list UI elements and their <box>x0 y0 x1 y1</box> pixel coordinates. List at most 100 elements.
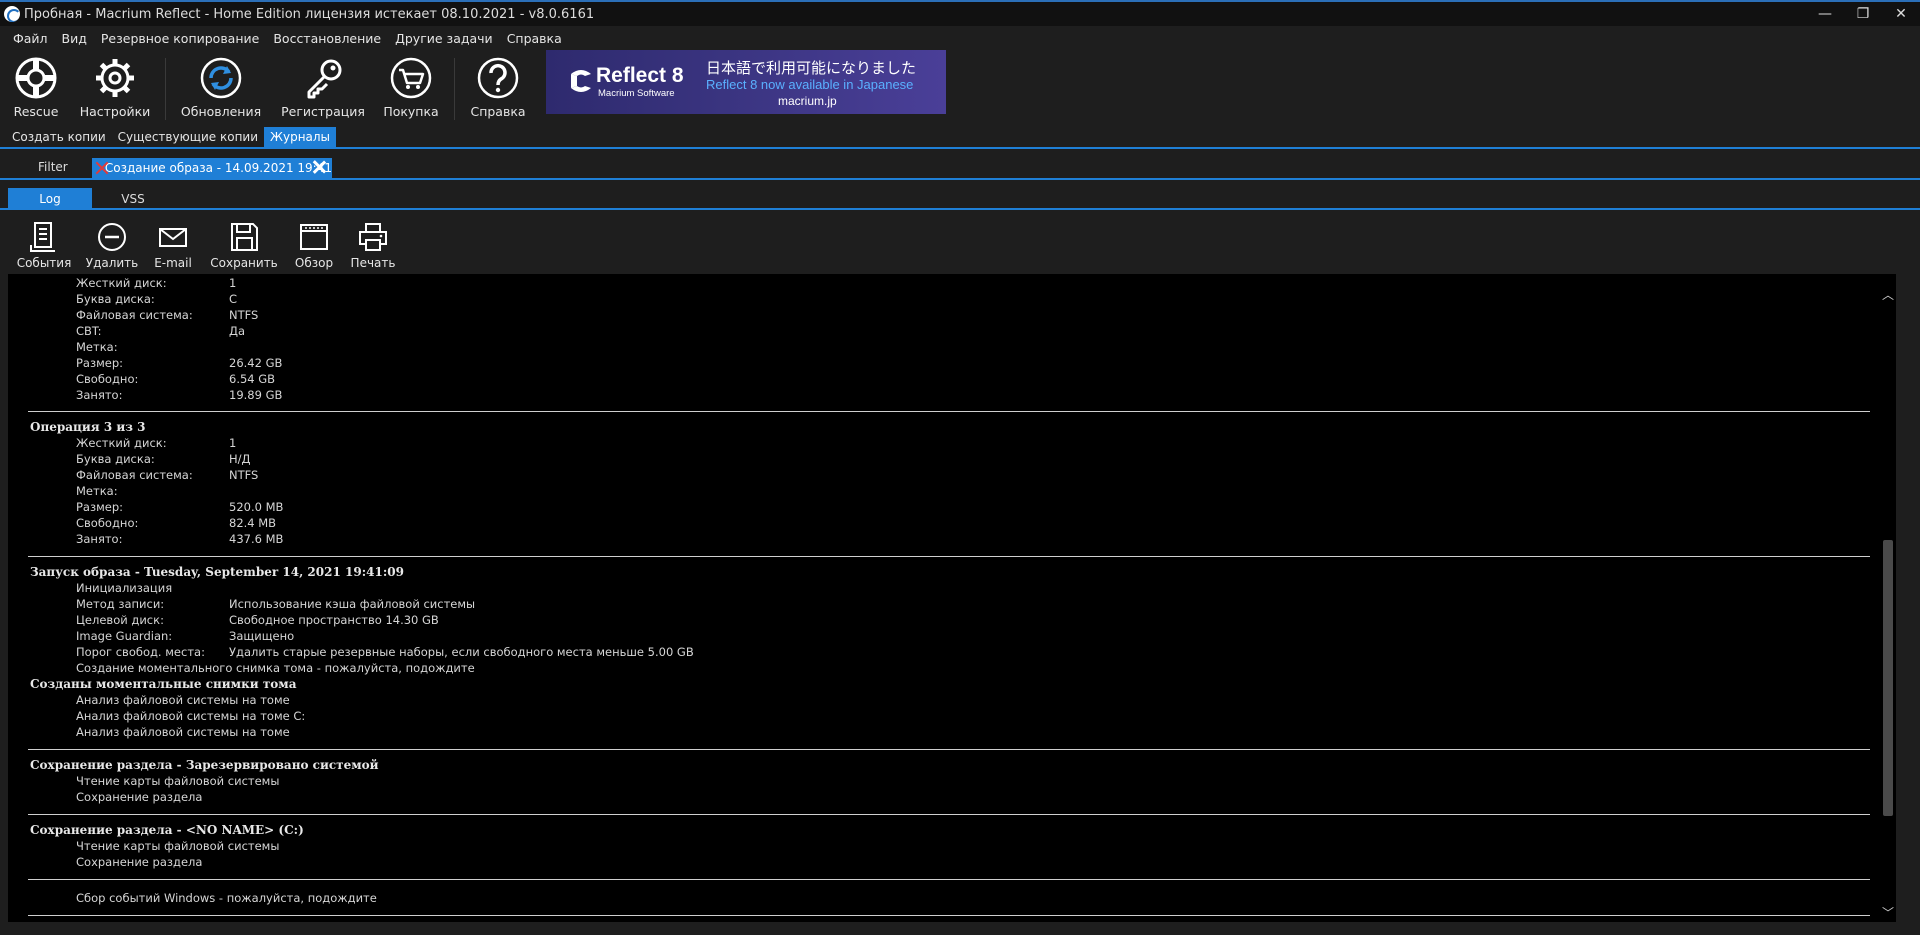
help-button[interactable]: Справка <box>470 54 526 124</box>
log-value: 82.4 MB <box>229 516 277 530</box>
window-icon <box>297 220 331 254</box>
log-label: Метод записи: <box>76 597 165 611</box>
window-bottom-edge <box>0 922 1920 935</box>
scroll-up-arrow-icon[interactable]: ︿ <box>1880 286 1896 302</box>
log-label: Image Guardian: <box>76 629 173 643</box>
log-value: Защищено <box>229 629 295 643</box>
log-label: Жесткий диск: <box>76 436 167 450</box>
banner-jp-title: 日本語で利用可能になりました <box>706 59 917 77</box>
scrollbar-thumb[interactable] <box>1883 540 1893 816</box>
purchase-label: Покупка <box>383 104 439 119</box>
log-value: Да <box>229 324 246 338</box>
log-line: Инициализация <box>76 581 173 595</box>
error-x-icon <box>94 160 101 176</box>
key-icon <box>299 54 347 102</box>
window-title: Пробная - Macrium Reflect - Home Edition… <box>24 6 595 22</box>
tab-image-log[interactable]: Создание образа - 14.09.2021 19:41 <box>92 158 332 178</box>
log-section-header: Операция 3 из 3 <box>30 420 146 434</box>
registration-button[interactable]: Регистрация <box>281 54 365 124</box>
tab-image-log-label: Создание образа - 14.09.2021 19:41 <box>104 161 332 175</box>
log-line: Создание моментального снимка тома - пож… <box>76 661 475 675</box>
log-label: Жесткий диск: <box>76 276 167 290</box>
log-label: Занято: <box>76 532 123 546</box>
log-value: 520.0 MB <box>229 500 284 514</box>
browse-button[interactable]: Обзор <box>294 220 334 270</box>
window-controls: — ❐ ✕ <box>1806 2 1920 26</box>
shopping-cart-icon <box>387 54 435 102</box>
log-separator <box>28 814 1870 815</box>
log-value: 6.54 GB <box>229 372 276 386</box>
log-scrollbar[interactable]: ︿ ﹀ <box>1880 274 1896 922</box>
menu-other-tasks[interactable]: Другие задачи <box>388 31 500 46</box>
delete-button[interactable]: Удалить <box>86 220 138 270</box>
email-button[interactable]: E-mail <box>152 220 194 270</box>
log-line: Чтение карты файловой системы <box>76 839 280 853</box>
log-separator <box>28 556 1870 557</box>
reflect8-japanese-banner[interactable]: Reflect 8 Macrium Software 日本語で利用可能になりまし… <box>546 50 946 114</box>
tab-vss[interactable]: VSS <box>110 188 156 210</box>
log-value: 1 <box>229 276 237 290</box>
log-label: Свободно: <box>76 516 139 530</box>
log-label: Занято: <box>76 388 123 402</box>
macrium-logo-icon <box>571 70 591 92</box>
log-line: Сохранение раздела <box>76 855 203 869</box>
log-section-header: Сохранение раздела - Зарезервировано сис… <box>30 758 379 772</box>
menu-view[interactable]: Вид <box>55 31 94 46</box>
minimize-button[interactable]: — <box>1806 2 1844 26</box>
log-section-header: Запуск образа - Tuesday, September 14, 2… <box>30 565 404 579</box>
question-mark-icon <box>474 54 522 102</box>
rescue-button[interactable]: Rescue <box>10 54 62 124</box>
log-label: CBT: <box>76 324 102 338</box>
save-button[interactable]: Сохранить <box>210 220 278 270</box>
help-label: Справка <box>470 104 526 119</box>
log-label: Порог свобод. места: <box>76 645 205 659</box>
main-tabs: Создать копии Существующие копии Журналы <box>0 127 1920 149</box>
document-tabs: Filter Создание образа - 14.09.2021 19:4… <box>0 156 1920 180</box>
close-window-button[interactable]: ✕ <box>1882 2 1920 26</box>
menu-file[interactable]: Файл <box>6 31 55 46</box>
log-viewer[interactable]: Жесткий диск: 1 Буква диска: C Файловая … <box>8 274 1896 922</box>
print-button[interactable]: Печать <box>351 220 395 270</box>
tab-create-backups[interactable]: Создать копии <box>6 127 112 147</box>
log-line: Чтение карты файловой системы <box>76 774 280 788</box>
log-section-header: Сохранение раздела - <NO NAME> (C:) <box>30 823 304 837</box>
scroll-down-arrow-icon[interactable]: ﹀ <box>1880 904 1896 920</box>
menu-backup[interactable]: Резервное копирование <box>94 31 266 46</box>
log-value: NTFS <box>229 308 259 322</box>
close-tab-icon[interactable] <box>311 159 327 175</box>
log-toolbar: События Удалить E-mail Сохранить Обзор П… <box>0 214 1920 274</box>
log-line: Сбор событий Windows - пожалуйста, подож… <box>76 891 377 905</box>
macrium-app-icon <box>4 6 20 22</box>
printer-icon <box>356 220 390 254</box>
log-separator <box>28 411 1870 412</box>
purchase-button[interactable]: Покупка <box>383 54 439 124</box>
log-line: Анализ файловой системы на томе <box>76 693 290 707</box>
restore-button[interactable]: ❐ <box>1844 2 1882 26</box>
minus-circle-icon <box>95 220 129 254</box>
log-value: Н/Д <box>229 452 251 466</box>
banner-title: Reflect 8 <box>596 64 684 87</box>
settings-label: Настройки <box>79 104 151 119</box>
log-value: Свободное пространство 14.30 GB <box>229 613 439 627</box>
envelope-icon <box>156 220 190 254</box>
log-value: Удалить старые резервные наборы, если св… <box>229 645 694 659</box>
settings-button[interactable]: Настройки <box>80 54 150 124</box>
ribbon-toolbar: Rescue Настройки Обновления Регистрация … <box>0 50 1920 124</box>
save-label: Сохранить <box>210 256 278 270</box>
title-bar: Пробная - Macrium Reflect - Home Edition… <box>0 0 1920 26</box>
tab-existing-backups[interactable]: Существующие копии <box>112 127 264 147</box>
log-label: Файловая система: <box>76 468 193 482</box>
events-button[interactable]: События <box>17 220 71 270</box>
tab-logs[interactable]: Журналы <box>264 127 337 147</box>
banner-jp-sub: Reflect 8 now available in Japanese <box>706 77 914 92</box>
menu-help[interactable]: Справка <box>500 31 569 46</box>
log-value: 437.6 MB <box>229 532 284 546</box>
floppy-disk-icon <box>227 220 261 254</box>
log-label: Свободно: <box>76 372 139 386</box>
updates-button[interactable]: Обновления <box>181 54 261 124</box>
menu-restore[interactable]: Восстановление <box>266 31 388 46</box>
tab-filter[interactable]: Filter <box>38 160 68 174</box>
tab-log[interactable]: Log <box>8 188 92 210</box>
log-sub-tabs: Log VSS <box>0 188 1920 210</box>
email-label: E-mail <box>154 256 192 270</box>
